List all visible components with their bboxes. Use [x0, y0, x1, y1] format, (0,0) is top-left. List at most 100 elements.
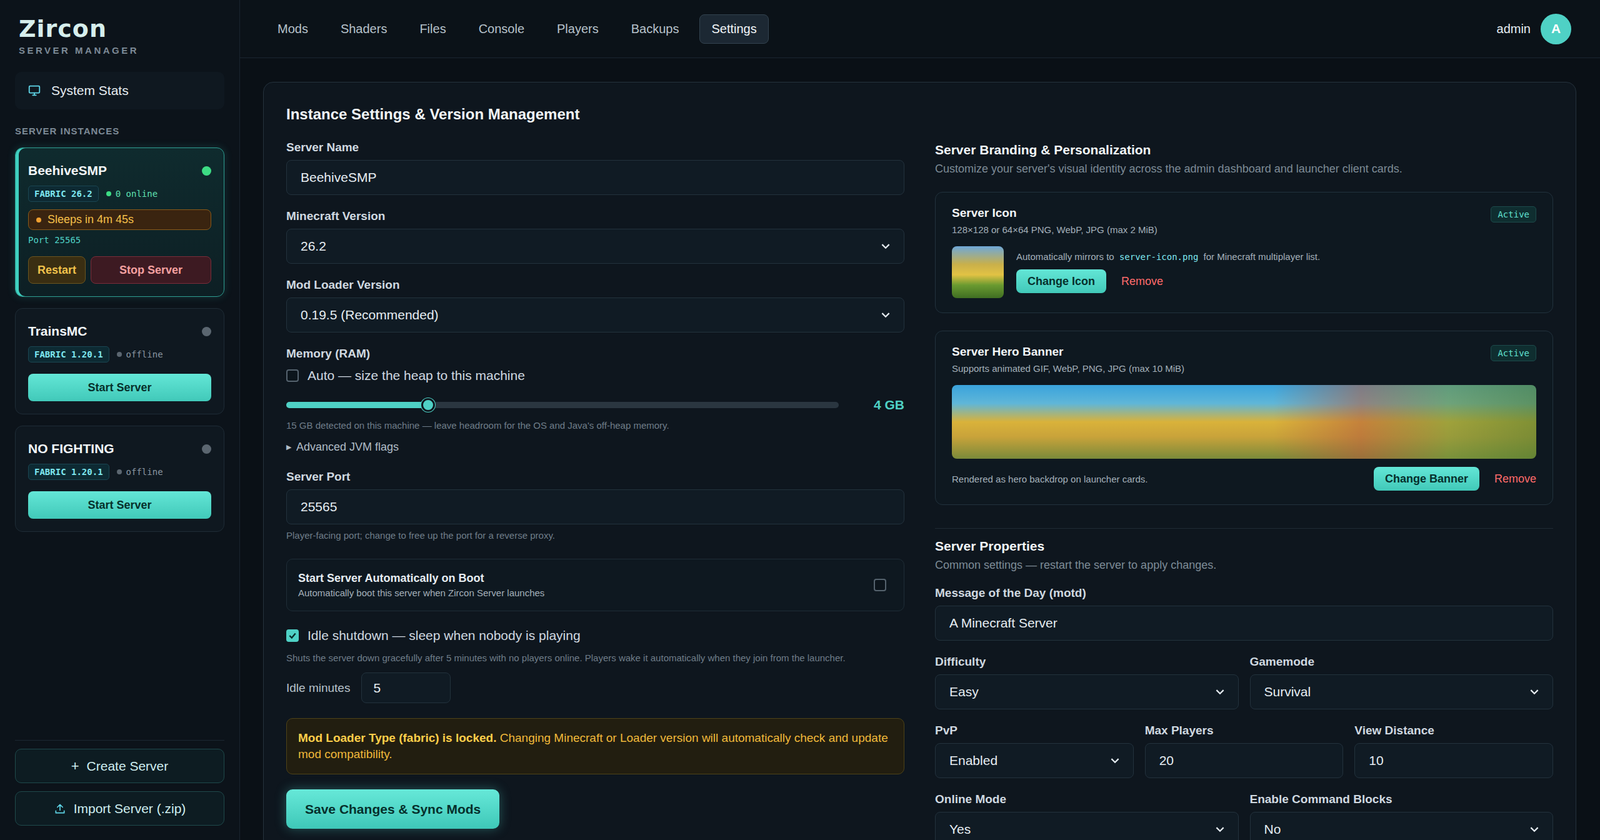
check-icon	[288, 631, 297, 640]
field-label: Server Name	[286, 140, 905, 155]
plus-icon: +	[71, 758, 80, 775]
chevron-down-icon	[1215, 826, 1225, 833]
chevron-down-icon	[1530, 826, 1539, 833]
card-hint: Supports animated GIF, WebP, PNG, JPG (m…	[951, 363, 1185, 374]
app: ZirconSERVER MANAGERSystem StatsSERVER I…	[0, 0, 1600, 840]
property-input[interactable]: 20	[1145, 743, 1344, 779]
card-header: Server Icon128×128 or 64×64 PNG, WebP, J…	[951, 206, 1537, 235]
property-select[interactable]: Survival	[1250, 674, 1554, 710]
instance-name: TrainsMC	[28, 323, 88, 339]
tab[interactable]: Settings	[699, 14, 769, 44]
server-icon-image	[951, 246, 1004, 299]
slider-thumb[interactable]	[421, 398, 435, 412]
chevron-down-icon	[1530, 689, 1539, 695]
properties-subtitle: Common settings — restart the server to …	[935, 558, 1554, 572]
chevron-down-icon	[1110, 758, 1120, 764]
instance-action-button[interactable]: Restart	[28, 256, 86, 284]
memory-hint: 15 GB detected on this machine — leave h…	[286, 419, 905, 432]
banner-footer: Rendered as hero backdrop on launcher ca…	[951, 466, 1537, 491]
import-server-button[interactable]: Import Server (.zip)	[15, 791, 225, 826]
instance-name: NO FIGHTING	[28, 441, 115, 457]
settings-panel: Instance Settings & Version ManagementSe…	[263, 81, 1577, 840]
checkbox-label: Idle shutdown — sleep when nobody is pla…	[307, 628, 581, 644]
instance-card[interactable]: BeehiveSMPFABRIC 26.20 onlineSleeps in 4…	[15, 147, 225, 297]
chevron-down-icon	[1215, 689, 1225, 695]
banner-buttons: Change Banner Remove	[1373, 466, 1537, 491]
property-select[interactable]: No	[1250, 811, 1554, 840]
tab[interactable]: Console	[466, 14, 537, 44]
field-label: Memory (RAM)	[286, 346, 905, 362]
auto-memory-checkbox[interactable]: Auto — size the heap to this machine	[286, 366, 905, 385]
server-name-field: Server Name BeehiveSMP	[286, 140, 905, 195]
active-badge: Active	[1490, 345, 1537, 362]
instance-header: NO FIGHTING	[28, 440, 212, 458]
autostart-text: Start Server Automatically on BootAutoma…	[298, 571, 545, 599]
tab[interactable]: Backups	[619, 14, 692, 44]
property-select[interactable]: Yes	[935, 811, 1239, 840]
memory-slider[interactable]	[286, 401, 839, 409]
property-row: PvP Enabled Max Players20View Distance10	[935, 723, 1554, 779]
disclosure-icon: ▶	[286, 443, 292, 452]
user-menu[interactable]: adminA	[1496, 13, 1572, 45]
field-label: Online Mode	[935, 791, 1239, 807]
field-label: Minecraft Version	[286, 208, 905, 224]
instance-action-button[interactable]: Start Server	[28, 491, 212, 519]
property-field: Enable Command BlocksNo	[1250, 791, 1554, 840]
user-name: admin	[1496, 21, 1531, 37]
select-value: Yes	[949, 821, 971, 837]
idle-checkbox[interactable]	[286, 629, 299, 642]
autostart-card[interactable]: Start Server Automatically on BootAutoma…	[286, 558, 905, 612]
field-label: PvP	[935, 723, 1134, 739]
icon-info: Automatically mirrors to server-icon.png…	[1016, 251, 1320, 294]
instance-card[interactable]: NO FIGHTINGFABRIC 1.20.1offlineStart Ser…	[15, 425, 225, 532]
loader-version-select[interactable]: 0.19.5 (Recommended)	[286, 297, 905, 333]
property-input[interactable]: 10	[1354, 743, 1554, 779]
server-port-input[interactable]: 25565	[286, 489, 905, 525]
loader-warning: Mod Loader Type (fabric) is locked. Chan…	[286, 718, 905, 775]
create-server-button[interactable]: +Create Server	[15, 748, 225, 784]
remove-banner-button[interactable]: Remove	[1494, 472, 1537, 486]
minecraft-version-select[interactable]: 26.2	[286, 228, 905, 264]
branding-and-properties: Server Branding & PersonalizationCustomi…	[935, 140, 1554, 840]
change-icon-button[interactable]: Change Icon	[1016, 269, 1107, 294]
property-field: Max Players20	[1145, 723, 1344, 779]
instance-action-button[interactable]: Stop Server	[90, 256, 212, 284]
select-value: Survival	[1264, 684, 1312, 700]
idle-minutes-input[interactable]: 5	[361, 672, 451, 704]
save-button[interactable]: Save Changes & Sync Mods	[286, 789, 500, 829]
instance-status: 0 online	[106, 188, 158, 199]
property-select[interactable]: Easy	[935, 674, 1239, 710]
property-field: DifficultyEasy	[935, 654, 1239, 710]
server-name-input[interactable]: BeehiveSMP	[286, 160, 905, 195]
divider	[935, 528, 1554, 529]
server-icon-card: Server Icon128×128 or 64×64 PNG, WebP, J…	[935, 191, 1554, 314]
chevron-down-icon	[881, 312, 890, 319]
property-input[interactable]: A Minecraft Server	[935, 605, 1554, 641]
remove-icon-button[interactable]: Remove	[1121, 275, 1164, 289]
tab[interactable]: Files	[407, 14, 458, 44]
property-row: Message of the Day (motd)A Minecraft Ser…	[935, 585, 1554, 641]
instance-card[interactable]: TrainsMCFABRIC 1.20.1offlineStart Server	[15, 308, 225, 415]
system-stats-button[interactable]: System Stats	[15, 71, 225, 110]
tab[interactable]: Players	[545, 14, 611, 44]
property-select[interactable]: Enabled	[935, 743, 1134, 779]
change-banner-button[interactable]: Change Banner	[1373, 466, 1480, 491]
autostart-checkbox[interactable]	[873, 578, 887, 592]
logo[interactable]: Zircon	[18, 15, 221, 43]
advanced-jvm-toggle[interactable]: ▶Advanced JVM flags	[286, 440, 905, 454]
property-field: View Distance10	[1354, 723, 1554, 779]
tab[interactable]: Shaders	[328, 14, 400, 44]
minecraft-version-field: Minecraft Version 26.2	[286, 208, 905, 264]
icon-row: Automatically mirrors to server-icon.png…	[951, 246, 1537, 299]
memory-field: Memory (RAM) Auto — size the heap to this…	[286, 346, 905, 454]
upload-icon	[53, 802, 67, 815]
property-field: Message of the Day (motd)A Minecraft Ser…	[935, 585, 1554, 641]
sidebar-bottom: +Create Server Import Server (.zip)	[15, 740, 225, 826]
tab[interactable]: Mods	[265, 14, 320, 44]
card-heading: Server Icon128×128 or 64×64 PNG, WebP, J…	[951, 206, 1158, 235]
checkbox[interactable]	[286, 369, 299, 382]
slider-fill	[286, 401, 429, 409]
idle-checkbox-row[interactable]: Idle shutdown — sleep when nobody is pla…	[286, 626, 905, 645]
instance-action-button[interactable]: Start Server	[28, 373, 212, 402]
active-badge: Active	[1490, 206, 1537, 223]
